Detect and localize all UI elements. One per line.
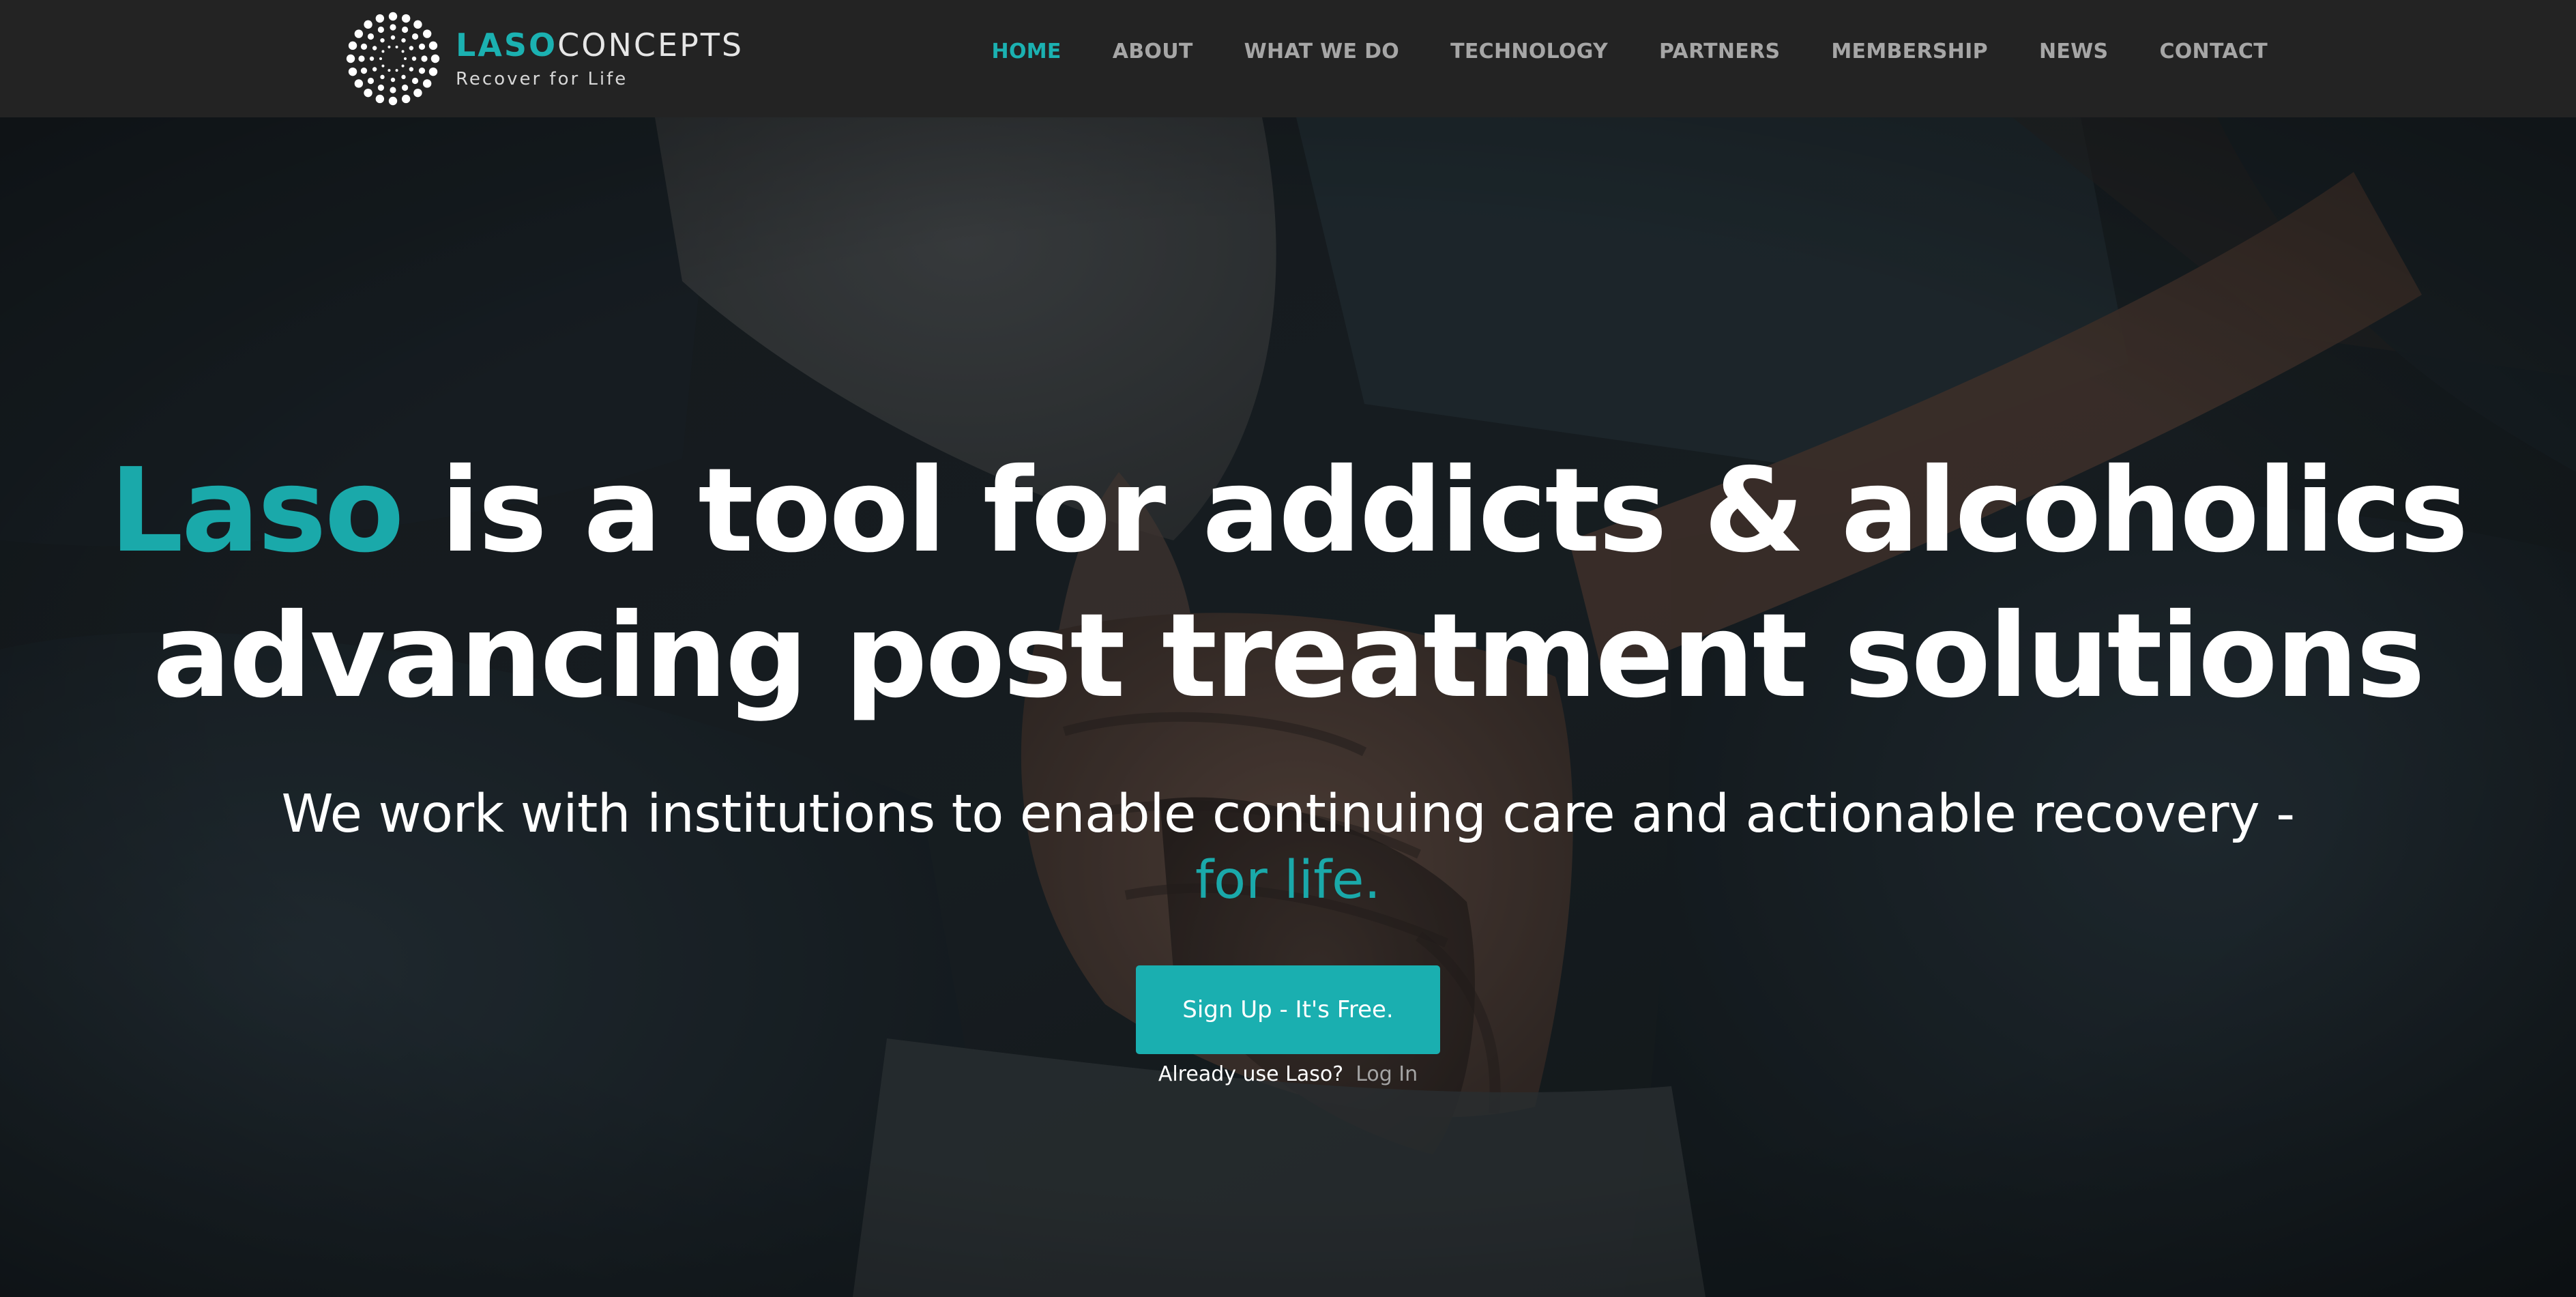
logo-dot: [409, 67, 414, 72]
logo-dot: [401, 50, 405, 53]
logo-dot: [377, 26, 384, 33]
headline-line-1: Laso is a tool for addicts & alcoholics: [0, 453, 2576, 569]
logo-dot: [360, 68, 368, 74]
logo-dot: [372, 67, 377, 72]
logo-dot: [401, 38, 406, 43]
logo-dot: [380, 74, 385, 80]
brand-name-rest: CONCEPTS: [557, 27, 744, 63]
logo-dot: [360, 43, 368, 50]
logo-dot: [367, 33, 375, 40]
logo-dot: [381, 50, 385, 53]
logo-dot: [401, 94, 411, 104]
logo-dot: [387, 45, 391, 48]
logo-dot: [369, 56, 375, 61]
brand-wordmark: LASOCONCEPTS Recover for Life: [456, 29, 744, 88]
logo-dot: [380, 38, 385, 43]
logo-dot: [364, 20, 372, 29]
logo-dot: [387, 69, 391, 72]
sign-up-button[interactable]: Sign Up - It's Free.: [1136, 965, 1440, 1054]
logo-dot: [390, 24, 396, 31]
logo-dot: [413, 88, 422, 98]
logo-dot: [354, 29, 364, 38]
logo-dot: [372, 46, 377, 50]
subheading-line-1: We work with institutions to enable cont…: [281, 784, 2295, 845]
log-in-link[interactable]: Log In: [1356, 1062, 1418, 1086]
logo-dot: [413, 20, 422, 29]
nav-membership[interactable]: MEMBERSHIP: [1831, 40, 1988, 63]
nav-news[interactable]: NEWS: [2039, 40, 2109, 63]
brand-logo[interactable]: LASOCONCEPTS Recover for Life: [345, 7, 744, 111]
logo-dot: [401, 64, 405, 68]
logo-dot: [381, 64, 385, 68]
nav-contact[interactable]: CONTACT: [2159, 40, 2268, 63]
nav-what-we-do[interactable]: WHAT WE DO: [1244, 40, 1399, 63]
logo-dot: [346, 54, 355, 63]
logo-dot: [402, 84, 409, 91]
logo-dot: [411, 56, 417, 61]
logo-dot: [390, 87, 396, 93]
login-row: Already use Laso? Log In: [0, 1062, 2576, 1086]
brand-name-accent: LASO: [456, 27, 558, 63]
main-nav: HOME ABOUT WHAT WE DO TECHNOLOGY PARTNER…: [992, 0, 2268, 102]
logo-dot: [395, 69, 398, 72]
logo-dot: [402, 26, 409, 33]
nav-about[interactable]: ABOUT: [1113, 40, 1193, 63]
logo-dot: [418, 43, 426, 50]
logo-dot: [390, 35, 396, 40]
logo-dot: [411, 77, 419, 85]
logo-dot: [421, 55, 428, 62]
nav-partners[interactable]: PARTNERS: [1659, 40, 1780, 63]
logo-dot: [364, 88, 372, 98]
logo-dot: [348, 67, 357, 76]
logo-dot: [428, 67, 438, 76]
dotted-circle-logo-icon: [346, 12, 440, 106]
logo-dot: [388, 12, 398, 21]
logo-dot: [401, 14, 411, 23]
hero-content: Laso is a tool for addicts & alcoholics …: [0, 117, 2576, 1086]
logo-dot: [390, 77, 396, 83]
logo-dot: [388, 96, 398, 106]
hero-section: Laso is a tool for addicts & alcoholics …: [0, 117, 2576, 1297]
hero-subheading: We work with institutions to enable cont…: [0, 788, 2576, 907]
logo-dot: [418, 68, 426, 74]
subheading-line-2: for life.: [1195, 850, 1381, 911]
logo-dot: [354, 79, 364, 88]
logo-dot: [411, 33, 419, 40]
hero-headline: Laso is a tool for addicts & alcoholics …: [0, 453, 2576, 714]
logo-dot: [375, 14, 385, 23]
logo-dot: [428, 41, 438, 50]
brand-tagline: Recover for Life: [456, 69, 628, 89]
logo-dot: [395, 45, 398, 48]
logo-dot: [379, 57, 382, 60]
logo-dot: [377, 84, 384, 91]
site-header: LASOCONCEPTS Recover for Life HOME ABOUT…: [0, 0, 2576, 117]
headline-accent: Laso: [109, 443, 405, 579]
brand-name: LASOCONCEPTS: [456, 29, 744, 61]
headline-line-1-text: is a tool for addicts & alcoholics: [402, 443, 2469, 579]
logo-dot: [375, 94, 385, 104]
login-prompt: Already use Laso?: [1158, 1062, 1344, 1086]
headline-line-2: advancing post treatment solutions: [152, 589, 2425, 724]
logo-dot: [401, 74, 406, 80]
logo-dot: [430, 54, 440, 63]
nav-home[interactable]: HOME: [992, 40, 1062, 63]
logo-dot: [348, 41, 357, 50]
logo-dot: [404, 57, 407, 60]
logo-dot: [422, 79, 432, 88]
logo-dot: [358, 55, 365, 62]
nav-technology[interactable]: TECHNOLOGY: [1450, 40, 1608, 63]
logo-dot: [422, 29, 432, 38]
logo-dot: [367, 77, 375, 85]
logo-dot: [409, 46, 414, 50]
